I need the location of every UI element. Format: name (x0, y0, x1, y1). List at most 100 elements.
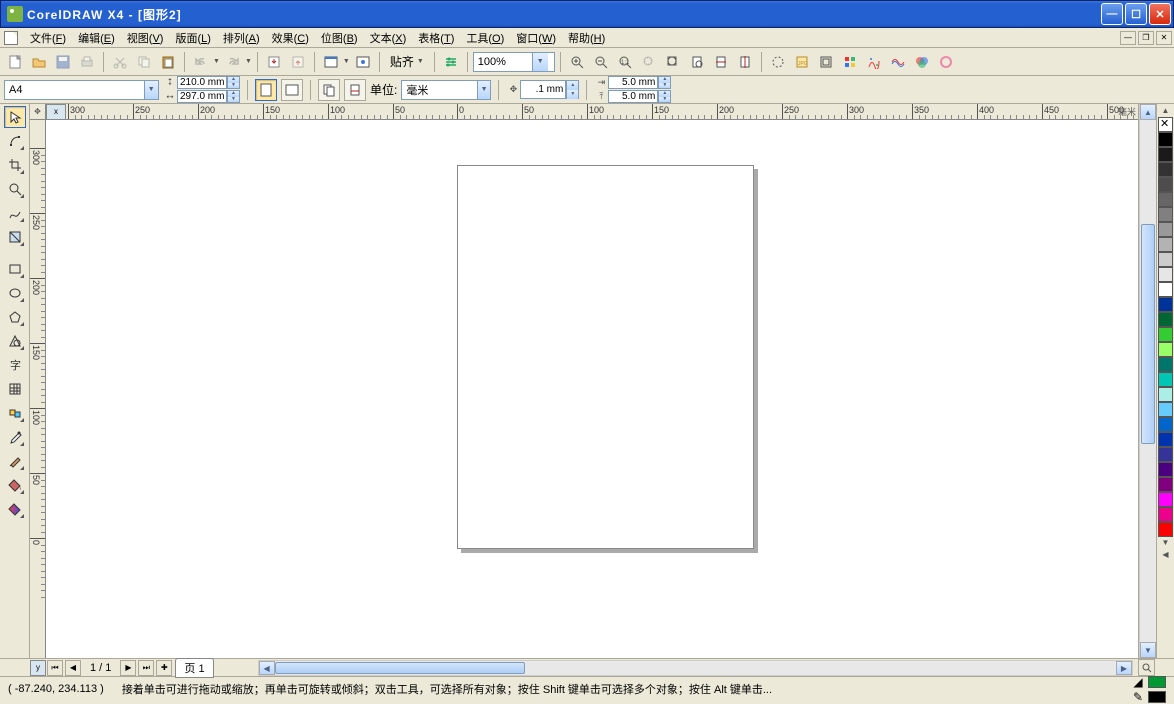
menu-o[interactable]: 工具(O) (460, 28, 510, 48)
vertical-scrollbar[interactable]: ▲ ▼ (1139, 104, 1156, 658)
print-button[interactable] (76, 51, 98, 73)
portrait-button[interactable] (255, 79, 277, 101)
redo-button[interactable] (222, 51, 244, 73)
menu-f[interactable]: 文件(F) (24, 28, 72, 48)
menu-h[interactable]: 帮助(H) (562, 28, 611, 48)
swatch[interactable] (1158, 207, 1173, 222)
basic-shapes-tool[interactable] (4, 330, 26, 352)
swatch[interactable] (1158, 147, 1173, 162)
zoom-tool[interactable] (4, 178, 26, 200)
apply-current-page-button[interactable] (344, 79, 366, 101)
mdi-close-button[interactable]: ✕ (1156, 31, 1172, 45)
view-simple-icon[interactable] (767, 51, 789, 73)
export-button[interactable] (287, 51, 309, 73)
app-launcher-button[interactable] (320, 51, 342, 73)
close-button[interactable]: ✕ (1149, 3, 1171, 25)
ellipse-tool[interactable] (4, 282, 26, 304)
mdi-minimize-button[interactable]: — (1120, 31, 1136, 45)
swatch[interactable] (1158, 372, 1173, 387)
dropdown-icon[interactable]: ▼ (144, 81, 159, 99)
nudge-spinner[interactable]: ✥▲▼ (506, 80, 579, 100)
sim-overprint-icon[interactable] (935, 51, 957, 73)
swatch[interactable] (1158, 522, 1173, 537)
rectangle-tool[interactable] (4, 258, 26, 280)
interactive-tool[interactable] (4, 402, 26, 424)
crop-tool[interactable] (4, 154, 26, 176)
canvas-area[interactable]: ✥ 毫米 30025020015010050050100150200250300… (30, 104, 1138, 658)
swatch[interactable] (1158, 252, 1173, 267)
eyedropper-tool[interactable] (4, 426, 26, 448)
swatch[interactable] (1158, 177, 1173, 192)
swatch[interactable] (1158, 417, 1173, 432)
dropdown-icon[interactable]: ▼ (477, 81, 490, 99)
zoom-page-icon[interactable] (686, 51, 708, 73)
menu-l[interactable]: 版面(L) (169, 28, 216, 48)
color-proof-icon[interactable] (911, 51, 933, 73)
cut-button[interactable] (109, 51, 131, 73)
landscape-button[interactable] (281, 79, 303, 101)
swatch[interactable] (1158, 237, 1173, 252)
pick-tool[interactable] (4, 106, 26, 128)
first-page-button[interactable]: ⏮ (47, 660, 63, 676)
prev-page-button[interactable]: ◀ (65, 660, 81, 676)
add-page-button[interactable]: ✚ (156, 660, 172, 676)
menu-e[interactable]: 编辑(E) (72, 28, 121, 48)
welcome-button[interactable] (352, 51, 374, 73)
next-page-button[interactable]: ▶ (120, 660, 136, 676)
fill-tool[interactable] (4, 474, 26, 496)
scroll-down-button[interactable]: ▼ (1140, 642, 1156, 658)
swatch[interactable] (1158, 132, 1173, 147)
view-overprint-icon[interactable] (887, 51, 909, 73)
paper-size-input[interactable] (5, 84, 144, 96)
menu-t[interactable]: 表格(T) (412, 28, 460, 48)
shape-tool[interactable] (4, 130, 26, 152)
horizontal-scrollbar[interactable]: ◀ ▶ (258, 660, 1133, 676)
swatch[interactable] (1158, 462, 1173, 477)
zoom-all-icon[interactable] (662, 51, 684, 73)
new-button[interactable] (4, 51, 26, 73)
scroll-up-button[interactable]: ▲ (1140, 104, 1156, 120)
table-tool[interactable] (4, 378, 26, 400)
swatch[interactable] (1158, 402, 1173, 417)
scroll-thumb[interactable] (1141, 224, 1155, 444)
swatch[interactable] (1158, 162, 1173, 177)
swatch-none[interactable] (1158, 117, 1173, 132)
zoom-selection-icon[interactable] (638, 51, 660, 73)
last-page-button[interactable]: ⏭ (138, 660, 154, 676)
zoom-in-icon[interactable] (566, 51, 588, 73)
dropdown-icon[interactable]: ▼ (532, 53, 548, 71)
save-button[interactable] (52, 51, 74, 73)
zoom-height-icon[interactable] (734, 51, 756, 73)
swatch[interactable] (1158, 387, 1173, 402)
swatch[interactable] (1158, 222, 1173, 237)
paste-button[interactable] (157, 51, 179, 73)
menu-b[interactable]: 位图(B) (315, 28, 364, 48)
duplicate-y-spinner[interactable]: ⤒▲▼ (594, 90, 671, 103)
zoom-input[interactable] (474, 56, 532, 68)
zoom-out-icon[interactable] (590, 51, 612, 73)
outline-tool[interactable] (4, 450, 26, 472)
swatch[interactable] (1158, 327, 1173, 342)
menu-w[interactable]: 窗口(W) (510, 28, 562, 48)
zoom-width-icon[interactable] (710, 51, 732, 73)
view-full-icon[interactable] (863, 51, 885, 73)
freehand-tool[interactable] (4, 202, 26, 224)
ruler-origin[interactable]: ✥ (30, 104, 46, 120)
interactive-fill-tool[interactable] (4, 498, 26, 520)
view-enhanced-icon[interactable] (839, 51, 861, 73)
swatch[interactable] (1158, 432, 1173, 447)
view-normal-icon[interactable] (815, 51, 837, 73)
current-outline-swatch[interactable] (1148, 691, 1166, 703)
horizontal-ruler[interactable]: 毫米 3002502001501005005010015020025030035… (46, 104, 1138, 120)
palette-up-button[interactable]: ▲ (1158, 105, 1173, 117)
scroll-thumb[interactable] (275, 662, 525, 674)
minimize-button[interactable]: — (1101, 3, 1123, 25)
menu-x[interactable]: 文本(X) (364, 28, 413, 48)
swatch[interactable] (1158, 267, 1173, 282)
snap-button[interactable]: 贴齐 ▼ (385, 51, 429, 73)
smart-fill-tool[interactable] (4, 226, 26, 248)
scroll-left-button[interactable]: ◀ (259, 661, 275, 675)
text-tool[interactable]: 字 (4, 354, 26, 376)
apply-all-pages-button[interactable] (318, 79, 340, 101)
page-width-spinner[interactable]: ⭥▲▼ (163, 76, 240, 89)
